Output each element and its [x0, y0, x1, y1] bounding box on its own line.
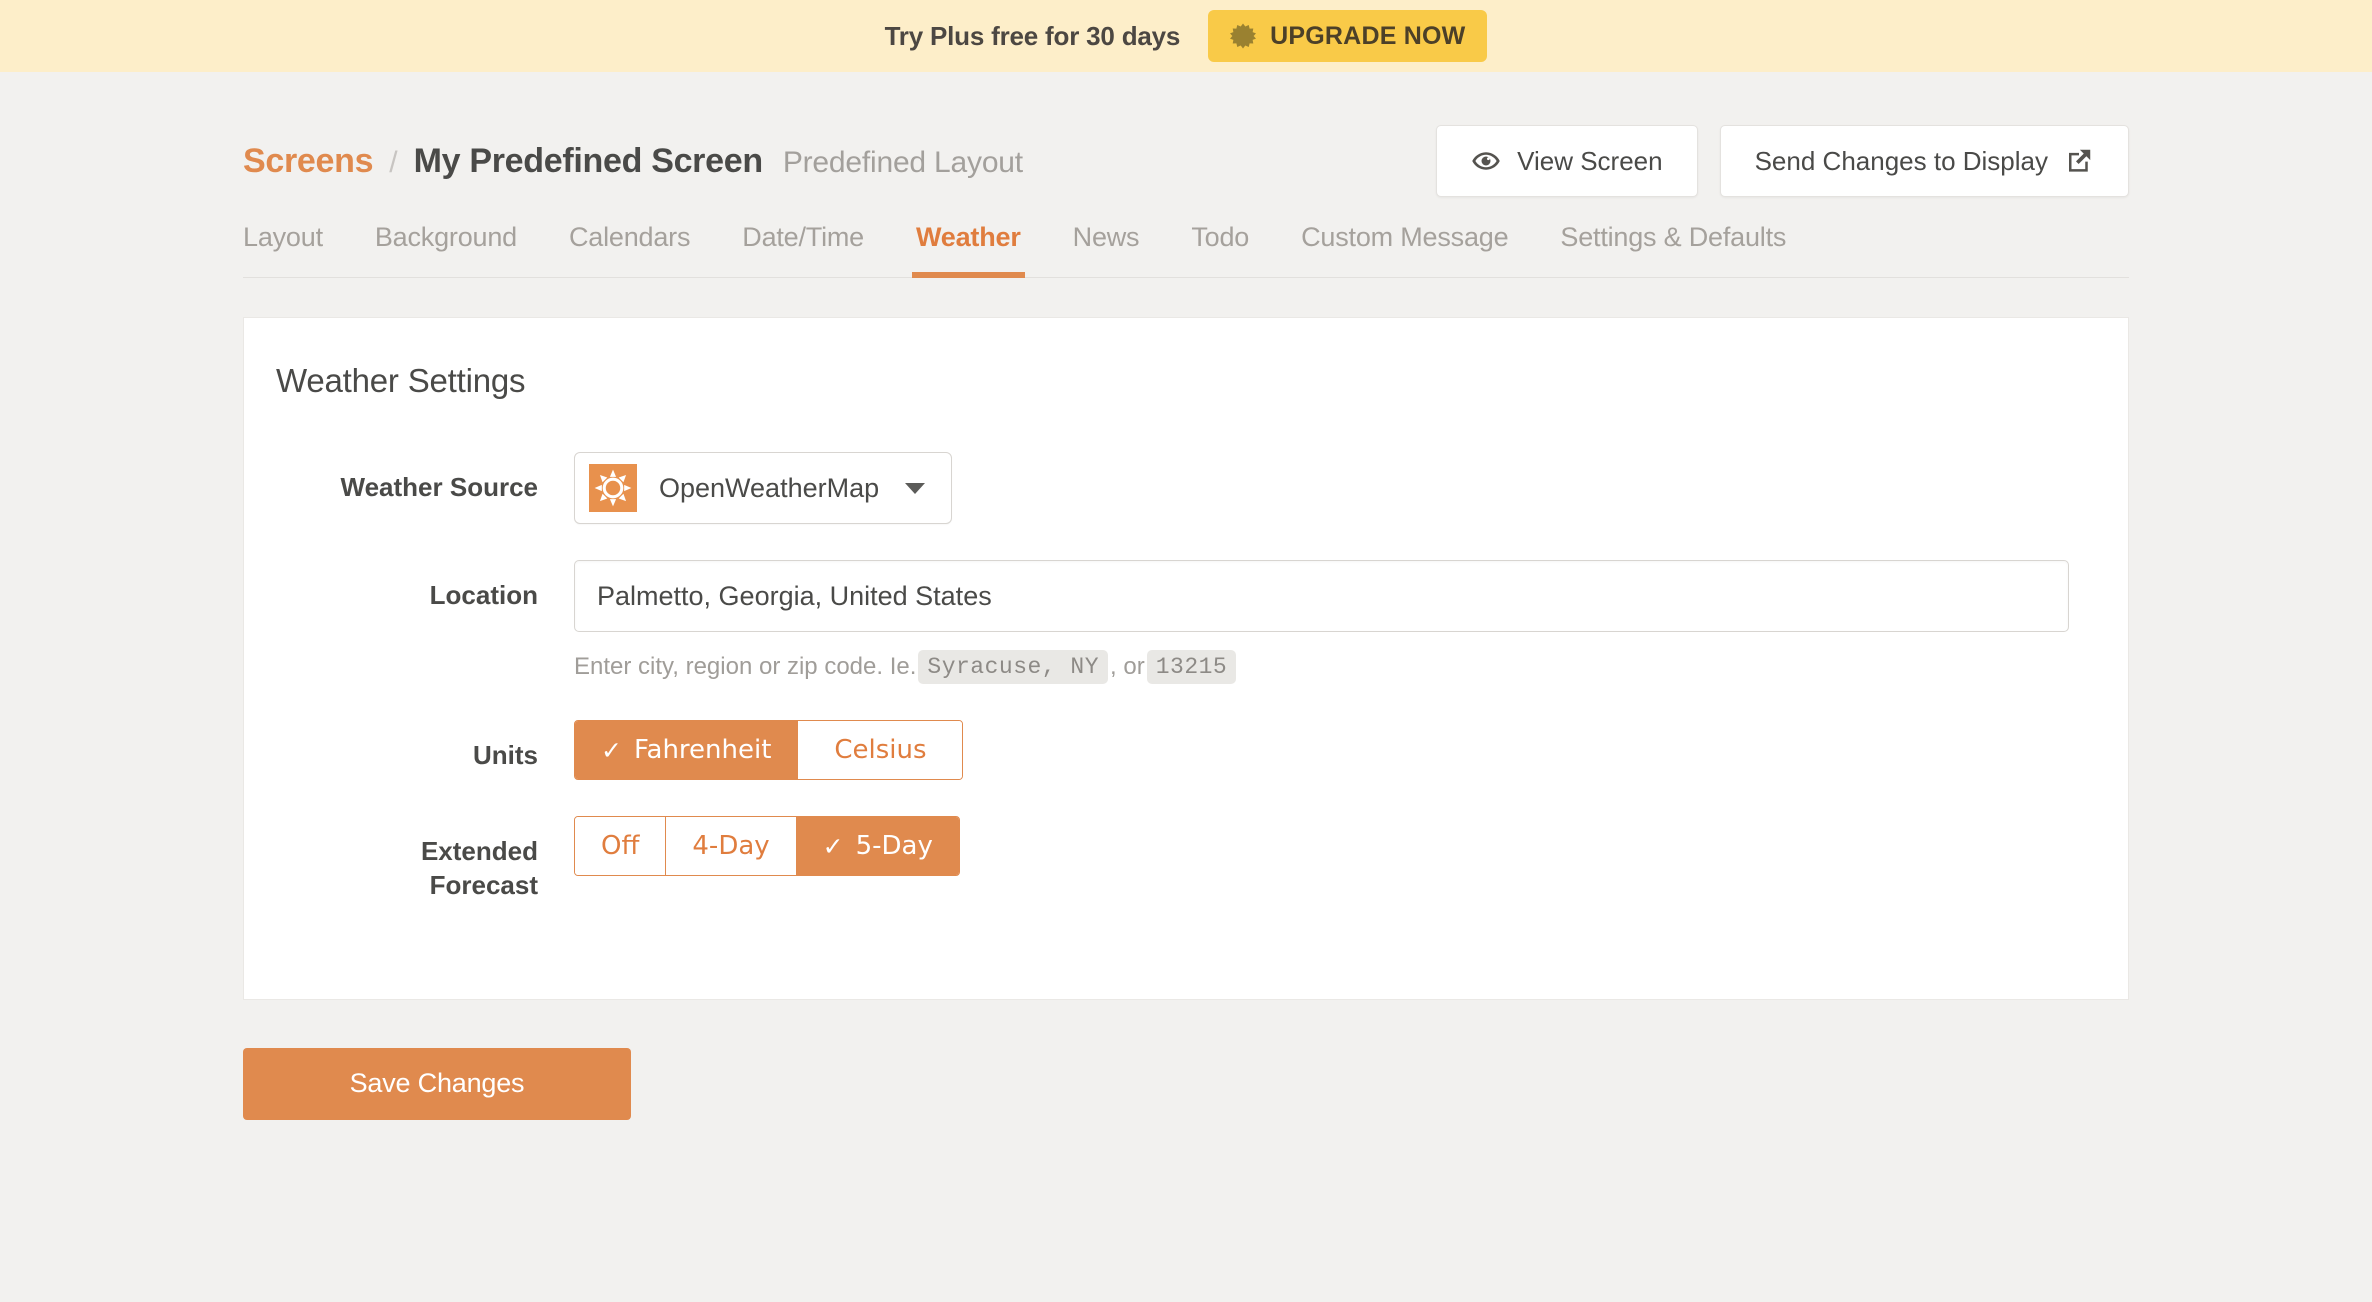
extended-forecast-option-5day-label: 5-Day — [855, 831, 933, 861]
weather-source-value: OpenWeatherMap — [659, 472, 880, 503]
check-icon: ✓ — [601, 735, 622, 765]
sun-icon — [589, 464, 637, 512]
content-container: Screens / My Predefined Screen Predefine… — [243, 72, 2129, 1120]
units-field: ✓ Fahrenheit Celsius — [574, 720, 2068, 780]
units-option-celsius-label: Celsius — [834, 735, 927, 765]
upgrade-now-button[interactable]: UPGRADE NOW — [1208, 10, 1488, 62]
page-title: My Predefined Screen — [413, 141, 764, 180]
tab-settings-defaults[interactable]: Settings & Defaults — [1534, 204, 1812, 277]
extended-forecast-label-line1: Extended — [420, 836, 538, 866]
weather-settings-card: Weather Settings Weather Source OpenWeat… — [243, 317, 2129, 1000]
location-help-code-city: Syracuse, NY — [918, 650, 1109, 684]
form-row-extended-forecast: Extended Forecast Off 4-Day ✓ 5-Day — [276, 816, 2068, 903]
tab-weather[interactable]: Weather — [890, 204, 1047, 278]
location-help-code-zip: 13215 — [1146, 650, 1237, 684]
external-link-icon — [2064, 146, 2094, 176]
breadcrumb-separator: / — [389, 145, 398, 179]
form-row-location: Location Enter city, region or zip code.… — [276, 560, 2069, 684]
units-toggle-group: ✓ Fahrenheit Celsius — [574, 720, 964, 780]
units-option-celsius[interactable]: Celsius — [798, 721, 963, 779]
extended-forecast-toggle-group: Off 4-Day ✓ 5-Day — [574, 816, 960, 876]
breadcrumb-screens-link[interactable]: Screens — [243, 142, 374, 181]
card-title: Weather Settings — [276, 362, 526, 399]
view-screen-label: View Screen — [1517, 145, 1663, 176]
location-help-prefix: Enter city, region or zip code. Ie. — [574, 653, 917, 680]
page-subtitle: Predefined Layout — [782, 145, 1023, 179]
burst-icon — [1230, 23, 1257, 49]
location-field: Enter city, region or zip code. Ie. Syra… — [574, 560, 2069, 684]
check-icon: ✓ — [822, 831, 844, 861]
save-changes-button[interactable]: Save Changes — [243, 1047, 631, 1120]
tabs-bar: Layout Background Calendars Date/Time We… — [243, 204, 2129, 278]
tab-background[interactable]: Background — [349, 204, 543, 277]
extended-forecast-option-5day[interactable]: ✓ 5-Day — [796, 817, 959, 875]
form-row-weather-source: Weather Source OpenWeatherMap — [276, 452, 2068, 524]
send-changes-to-display-button[interactable]: Send Changes to Display — [1719, 125, 2129, 197]
page-header: Screens / My Predefined Screen Predefine… — [243, 72, 2129, 197]
location-label: Location — [429, 580, 538, 610]
extended-forecast-option-4day[interactable]: 4-Day — [666, 817, 797, 875]
tab-layout[interactable]: Layout — [243, 204, 349, 277]
form-row-units: Units ✓ Fahrenheit Celsius — [276, 720, 2068, 780]
tab-date-time[interactable]: Date/Time — [716, 204, 890, 277]
location-help-text: Enter city, region or zip code. Ie. Syra… — [574, 650, 2068, 684]
units-option-fahrenheit[interactable]: ✓ Fahrenheit — [575, 721, 799, 779]
breadcrumb: Screens / My Predefined Screen Predefine… — [243, 142, 1023, 181]
location-input[interactable] — [574, 560, 2069, 632]
page-body: Screens / My Predefined Screen Predefine… — [0, 72, 2372, 1120]
extended-forecast-label-line2: Forecast — [429, 870, 538, 901]
chevron-down-icon — [905, 482, 926, 494]
extended-forecast-option-off[interactable]: Off — [575, 817, 667, 875]
extended-forecast-label: Extended Forecast — [276, 816, 574, 903]
units-option-fahrenheit-label: Fahrenheit — [633, 735, 772, 765]
tab-custom-message[interactable]: Custom Message — [1275, 204, 1534, 277]
weather-source-field: OpenWeatherMap — [574, 452, 2068, 524]
view-screen-button[interactable]: View Screen — [1436, 125, 1698, 197]
extended-forecast-field: Off 4-Day ✓ 5-Day — [574, 816, 2068, 876]
send-changes-label: Send Changes to Display — [1754, 145, 2048, 176]
extended-forecast-option-off-label: Off — [601, 831, 640, 861]
tab-calendars[interactable]: Calendars — [543, 204, 716, 277]
upgrade-now-label: UPGRADE NOW — [1270, 21, 1466, 50]
tabs-list: Layout Background Calendars Date/Time We… — [243, 204, 2129, 278]
weather-source-select[interactable]: OpenWeatherMap — [574, 452, 953, 524]
header-actions: View Screen Send Changes to Display — [1436, 125, 2129, 197]
units-label: Units — [473, 740, 538, 770]
extended-forecast-option-4day-label: 4-Day — [692, 831, 770, 861]
eye-icon — [1471, 146, 1501, 176]
tab-todo[interactable]: Todo — [1165, 204, 1275, 277]
promo-text: Try Plus free for 30 days — [884, 20, 1181, 51]
location-help-middle: , or — [1110, 653, 1145, 680]
weather-source-label: Weather Source — [340, 472, 538, 502]
promo-banner: Try Plus free for 30 days UPGRADE NOW — [0, 0, 2372, 72]
tab-news[interactable]: News — [1047, 204, 1166, 277]
